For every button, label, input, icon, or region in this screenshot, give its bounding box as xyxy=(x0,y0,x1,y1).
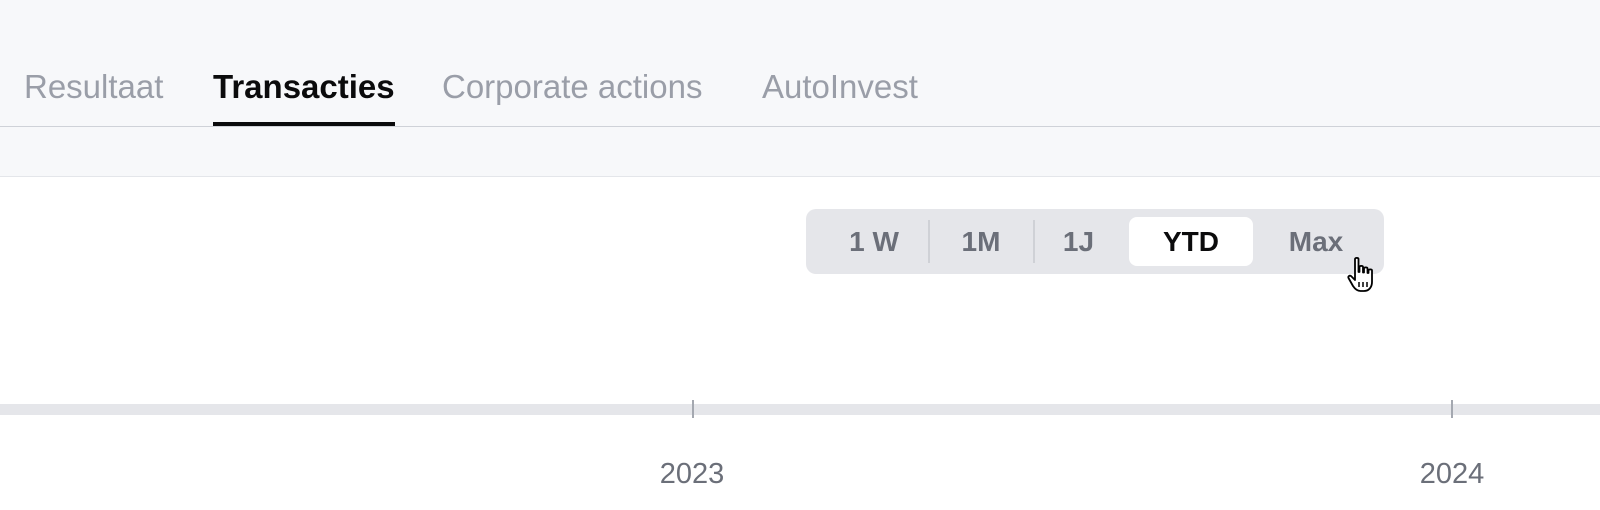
tab-resultaat[interactable]: Resultaat xyxy=(24,70,163,126)
timeline-tick xyxy=(692,400,694,418)
hand-pointer-icon xyxy=(1347,256,1373,292)
tab-autoinvest[interactable]: AutoInvest xyxy=(762,70,918,126)
timeline-tick xyxy=(1451,400,1453,418)
timeline-bar[interactable] xyxy=(0,404,1600,415)
range-1m-button[interactable]: 1M xyxy=(931,217,1031,266)
time-range-selector: 1 W 1M 1J YTD Max xyxy=(806,209,1384,274)
tab-corporate-actions[interactable]: Corporate actions xyxy=(442,70,702,126)
year-label-2024: 2024 xyxy=(1419,458,1485,490)
tab-transacties[interactable]: Transacties xyxy=(213,70,395,126)
separator xyxy=(1033,220,1035,263)
year-label-2023: 2023 xyxy=(659,458,725,490)
range-ytd-button[interactable]: YTD xyxy=(1129,217,1253,266)
tab-bar: Resultaat Transacties Corporate actions … xyxy=(0,60,1600,127)
range-1w-button[interactable]: 1 W xyxy=(824,217,924,266)
range-1j-button[interactable]: 1J xyxy=(1036,217,1121,266)
separator xyxy=(928,220,930,263)
